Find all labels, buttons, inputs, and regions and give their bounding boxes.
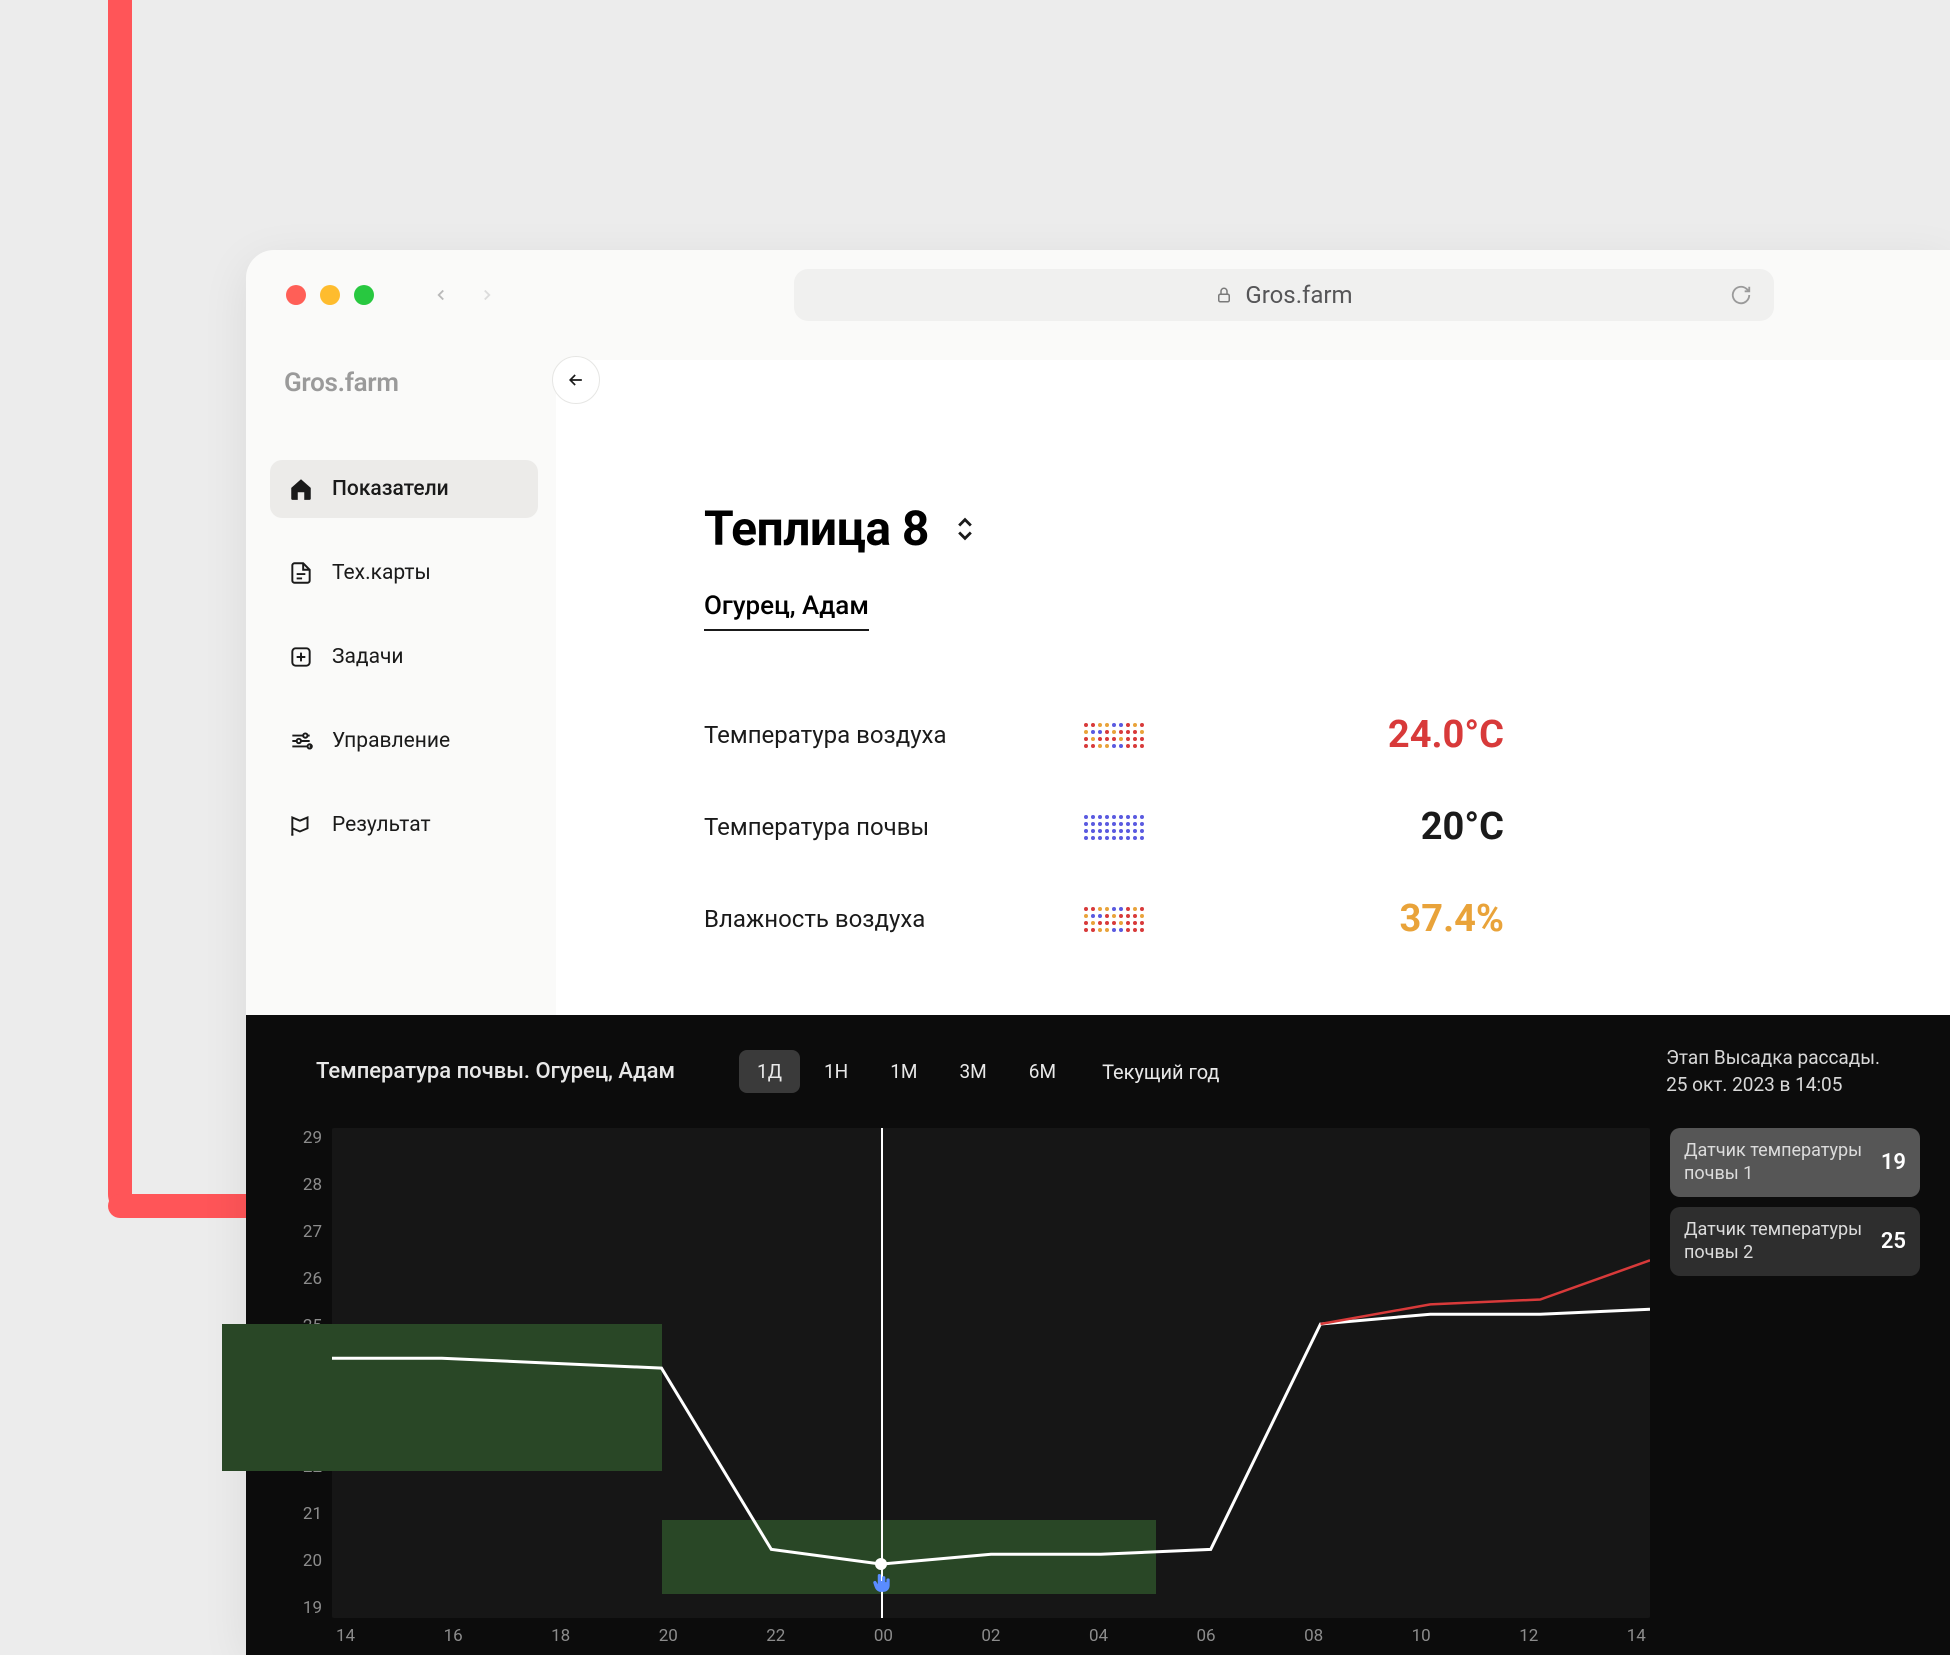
metric-value: 20°C xyxy=(1184,805,1504,849)
chart-title: Температура почвы. Огурец, Адам xyxy=(316,1059,675,1084)
maximize-window-button[interactable] xyxy=(354,285,374,305)
dot-grid-icon xyxy=(1084,815,1144,840)
sidebar-item-label: Управление xyxy=(332,729,450,753)
close-window-button[interactable] xyxy=(286,285,306,305)
chart-area: 2928272625242322212019 14161820220002040… xyxy=(276,1122,1920,1642)
sidebar-item-tasks[interactable]: Задачи xyxy=(270,628,538,686)
chart-legend: Датчик температуры почвы 1 19 Датчик тем… xyxy=(1670,1128,1920,1276)
legend-item-sensor-2[interactable]: Датчик температуры почвы 2 25 xyxy=(1670,1207,1920,1276)
metric-row-air-humidity: Влажность воздуха 37.4% xyxy=(704,873,1504,965)
back-button[interactable] xyxy=(552,356,600,404)
range-6m[interactable]: 6М xyxy=(1011,1050,1074,1093)
sidebar-item-result[interactable]: Результат xyxy=(270,796,538,854)
dot-grid-icon xyxy=(1084,723,1144,748)
metric-label: Температура почвы xyxy=(704,813,1084,841)
plus-box-icon xyxy=(288,644,314,670)
chart-plot[interactable] xyxy=(332,1128,1650,1618)
chevron-up-down-icon[interactable] xyxy=(951,515,979,543)
legend-value: 25 xyxy=(1881,1229,1906,1254)
refresh-icon[interactable] xyxy=(1730,284,1752,306)
legend-value: 19 xyxy=(1881,1150,1906,1175)
dot-grid-icon xyxy=(1084,907,1144,932)
page-subtitle[interactable]: Огурец, Адам xyxy=(704,591,869,631)
minimize-window-button[interactable] xyxy=(320,285,340,305)
chart-x-axis: 14161820220002040608101214 xyxy=(332,1626,1650,1646)
arrow-left-icon xyxy=(566,370,586,390)
legend-name: Датчик температуры почвы 1 xyxy=(1684,1140,1869,1185)
app-logo: Gros.farm xyxy=(284,368,538,398)
range-1m[interactable]: 1М xyxy=(872,1050,935,1093)
document-icon xyxy=(288,560,314,586)
lock-icon xyxy=(1215,286,1233,304)
metric-row-air-temp: Температура воздуха 24.0°C xyxy=(704,689,1504,781)
range-current-year[interactable]: Текущий год xyxy=(1102,1060,1219,1084)
range-1d[interactable]: 1Д xyxy=(739,1050,800,1093)
metric-value: 24.0°C xyxy=(1184,713,1504,757)
sidebar-item-label: Показатели xyxy=(332,477,449,501)
metric-row-soil-temp: Температура почвы 20°C xyxy=(704,781,1504,873)
legend-item-sensor-1[interactable]: Датчик температуры почвы 1 19 xyxy=(1670,1128,1920,1197)
browser-url-text: Gros.farm xyxy=(1245,281,1352,309)
sidebar-item-label: Результат xyxy=(332,813,431,837)
sidebar-item-techcards[interactable]: Тех.карты xyxy=(270,544,538,602)
browser-back-button[interactable] xyxy=(432,286,450,304)
chart-stage-info: Этап Высадка рассады. 25 окт. 2023 в 14:… xyxy=(1666,1045,1880,1098)
decorative-frame-vertical xyxy=(108,0,132,1218)
chart-panel: Температура почвы. Огурец, Адам 1Д 1Н 1М… xyxy=(246,1015,1950,1655)
metric-label: Влажность воздуха xyxy=(704,905,1084,933)
page-title: Теплица 8 xyxy=(704,500,929,557)
decorative-frame-corner xyxy=(108,1194,268,1218)
range-3m[interactable]: 3М xyxy=(942,1050,1005,1093)
sidebar-item-control[interactable]: Управление xyxy=(270,712,538,770)
legend-name: Датчик температуры почвы 2 xyxy=(1684,1219,1869,1264)
metric-value: 37.4% xyxy=(1184,897,1504,941)
range-1w[interactable]: 1Н xyxy=(806,1050,866,1093)
chart-header: Температура почвы. Огурец, Адам 1Д 1Н 1М… xyxy=(246,1015,1950,1122)
metrics-list: Температура воздуха 24.0°C Температура п… xyxy=(704,689,1504,965)
home-icon xyxy=(288,476,314,502)
stage-label: Этап Высадка рассады. xyxy=(1666,1045,1880,1072)
browser-titlebar: Gros.farm xyxy=(246,250,1950,340)
sliders-icon xyxy=(288,728,314,754)
range-picker: 1Д 1Н 1М 3М 6М Текущий год xyxy=(739,1050,1219,1093)
sidebar-item-label: Задачи xyxy=(332,645,404,669)
browser-forward-button[interactable] xyxy=(478,286,496,304)
stage-timestamp: 25 окт. 2023 в 14:05 xyxy=(1666,1072,1880,1099)
sidebar-item-indicators[interactable]: Показатели xyxy=(270,460,538,518)
traffic-lights xyxy=(286,285,374,305)
browser-url-bar[interactable]: Gros.farm xyxy=(794,269,1774,321)
flag-icon xyxy=(288,812,314,838)
metric-label: Температура воздуха xyxy=(704,721,1084,749)
sidebar-item-label: Тех.карты xyxy=(332,561,431,585)
